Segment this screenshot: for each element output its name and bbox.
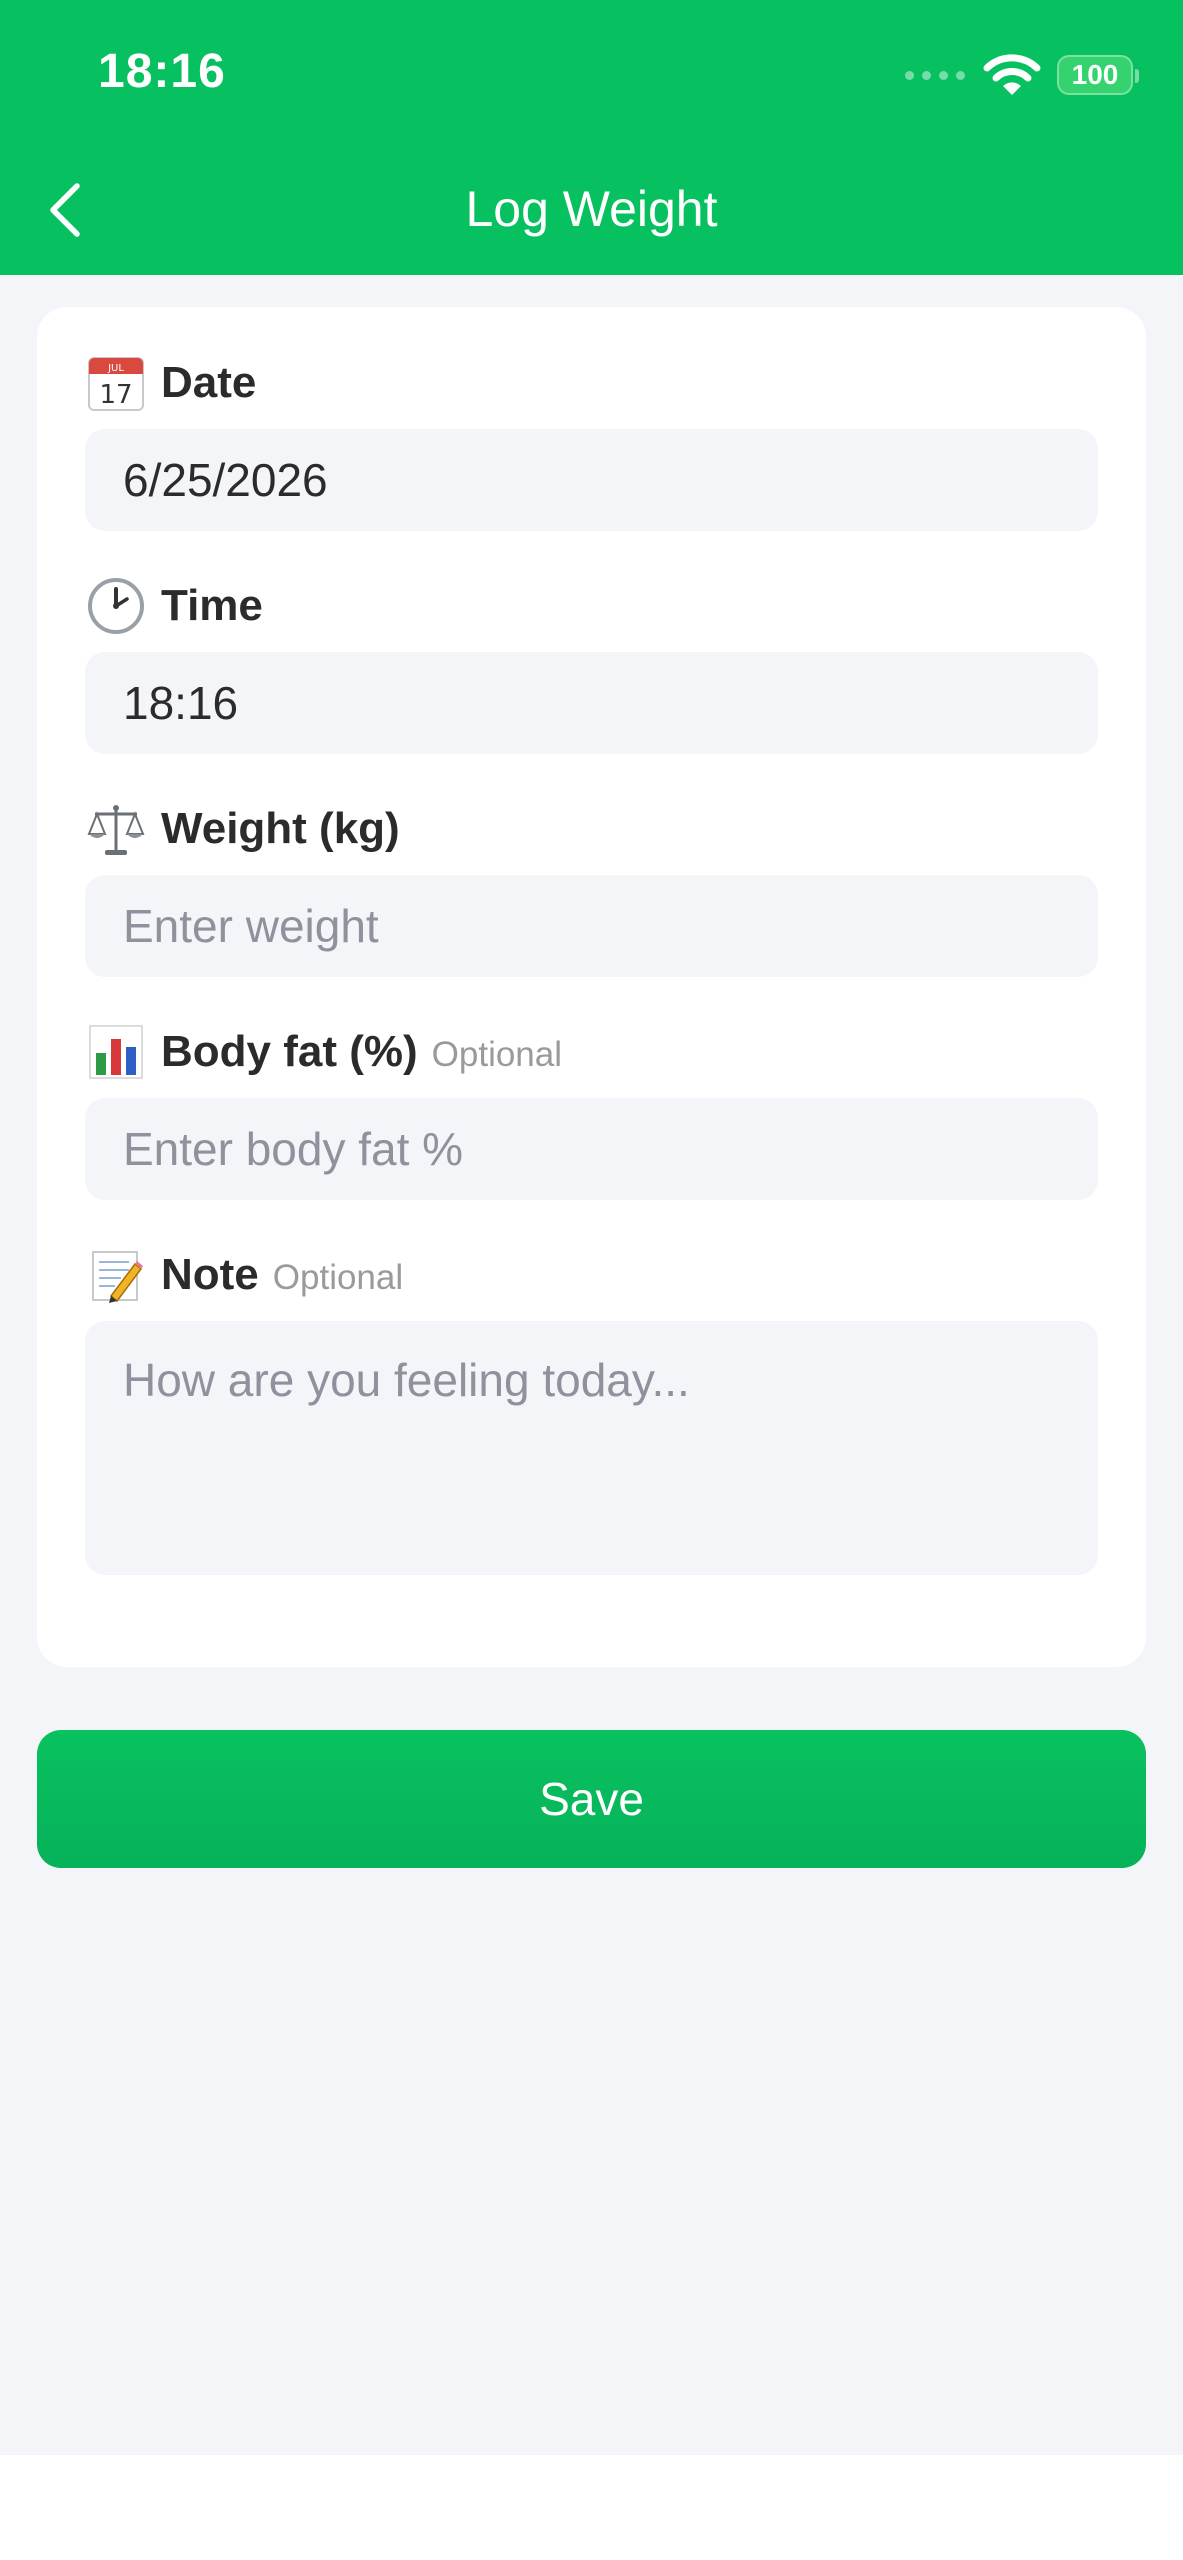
cellular-signal-icon	[905, 70, 965, 80]
form-card: JUL 17 Date 6/25/2026 Time 18:16 Weight …	[37, 307, 1146, 1667]
body-fat-placeholder: Enter body fat %	[123, 1123, 464, 1175]
battery-icon: 100	[1057, 55, 1139, 95]
weight-label-text: Weight (kg)	[161, 804, 400, 853]
svg-text:17: 17	[99, 380, 132, 410]
weight-input[interactable]: Enter weight	[85, 875, 1098, 977]
battery-level: 100	[1071, 59, 1119, 90]
status-indicators: 100	[905, 48, 1139, 102]
time-label: Time	[85, 575, 263, 637]
scale-icon	[85, 798, 147, 860]
save-button-label: Save	[539, 1773, 644, 1825]
date-value: 6/25/2026	[123, 454, 328, 506]
calendar-icon: JUL 17	[85, 352, 147, 414]
svg-text:JUL: JUL	[107, 363, 124, 374]
note-placeholder: How are you feeling today...	[123, 1354, 690, 1406]
date-field[interactable]: 6/25/2026	[85, 429, 1098, 531]
time-label-text: Time	[161, 581, 263, 630]
page-title: Log Weight	[465, 181, 718, 237]
note-textarea[interactable]: How are you feeling today...	[85, 1321, 1098, 1575]
body-fat-optional-tag: Optional	[431, 1035, 563, 1074]
weight-label: Weight (kg)	[85, 798, 400, 860]
time-field[interactable]: 18:16	[85, 652, 1098, 754]
date-label: JUL 17 Date	[85, 352, 256, 414]
status-time: 18:16	[98, 45, 226, 98]
time-value: 18:16	[123, 677, 239, 729]
note-optional-tag: Optional	[272, 1258, 404, 1297]
wifi-icon	[983, 54, 1041, 95]
screen: 18:16 100 Log Weight JUL 17 Date 6/25/20…	[0, 0, 1183, 2560]
date-label-text: Date	[161, 358, 257, 407]
save-button[interactable]: Save	[37, 1730, 1146, 1868]
note-label-text: Note	[161, 1250, 259, 1299]
header-bar: 18:16 100 Log Weight	[0, 0, 1183, 275]
body-fat-label-text: Body fat (%)	[161, 1027, 418, 1076]
memo-icon	[85, 1244, 147, 1306]
bar-chart-icon	[85, 1021, 147, 1083]
body-fat-label: Body fat (%) Optional	[85, 1021, 562, 1083]
note-label: Note Optional	[85, 1244, 403, 1306]
clock-icon	[85, 575, 147, 637]
body-fat-input[interactable]: Enter body fat %	[85, 1098, 1098, 1200]
weight-placeholder: Enter weight	[123, 900, 379, 952]
